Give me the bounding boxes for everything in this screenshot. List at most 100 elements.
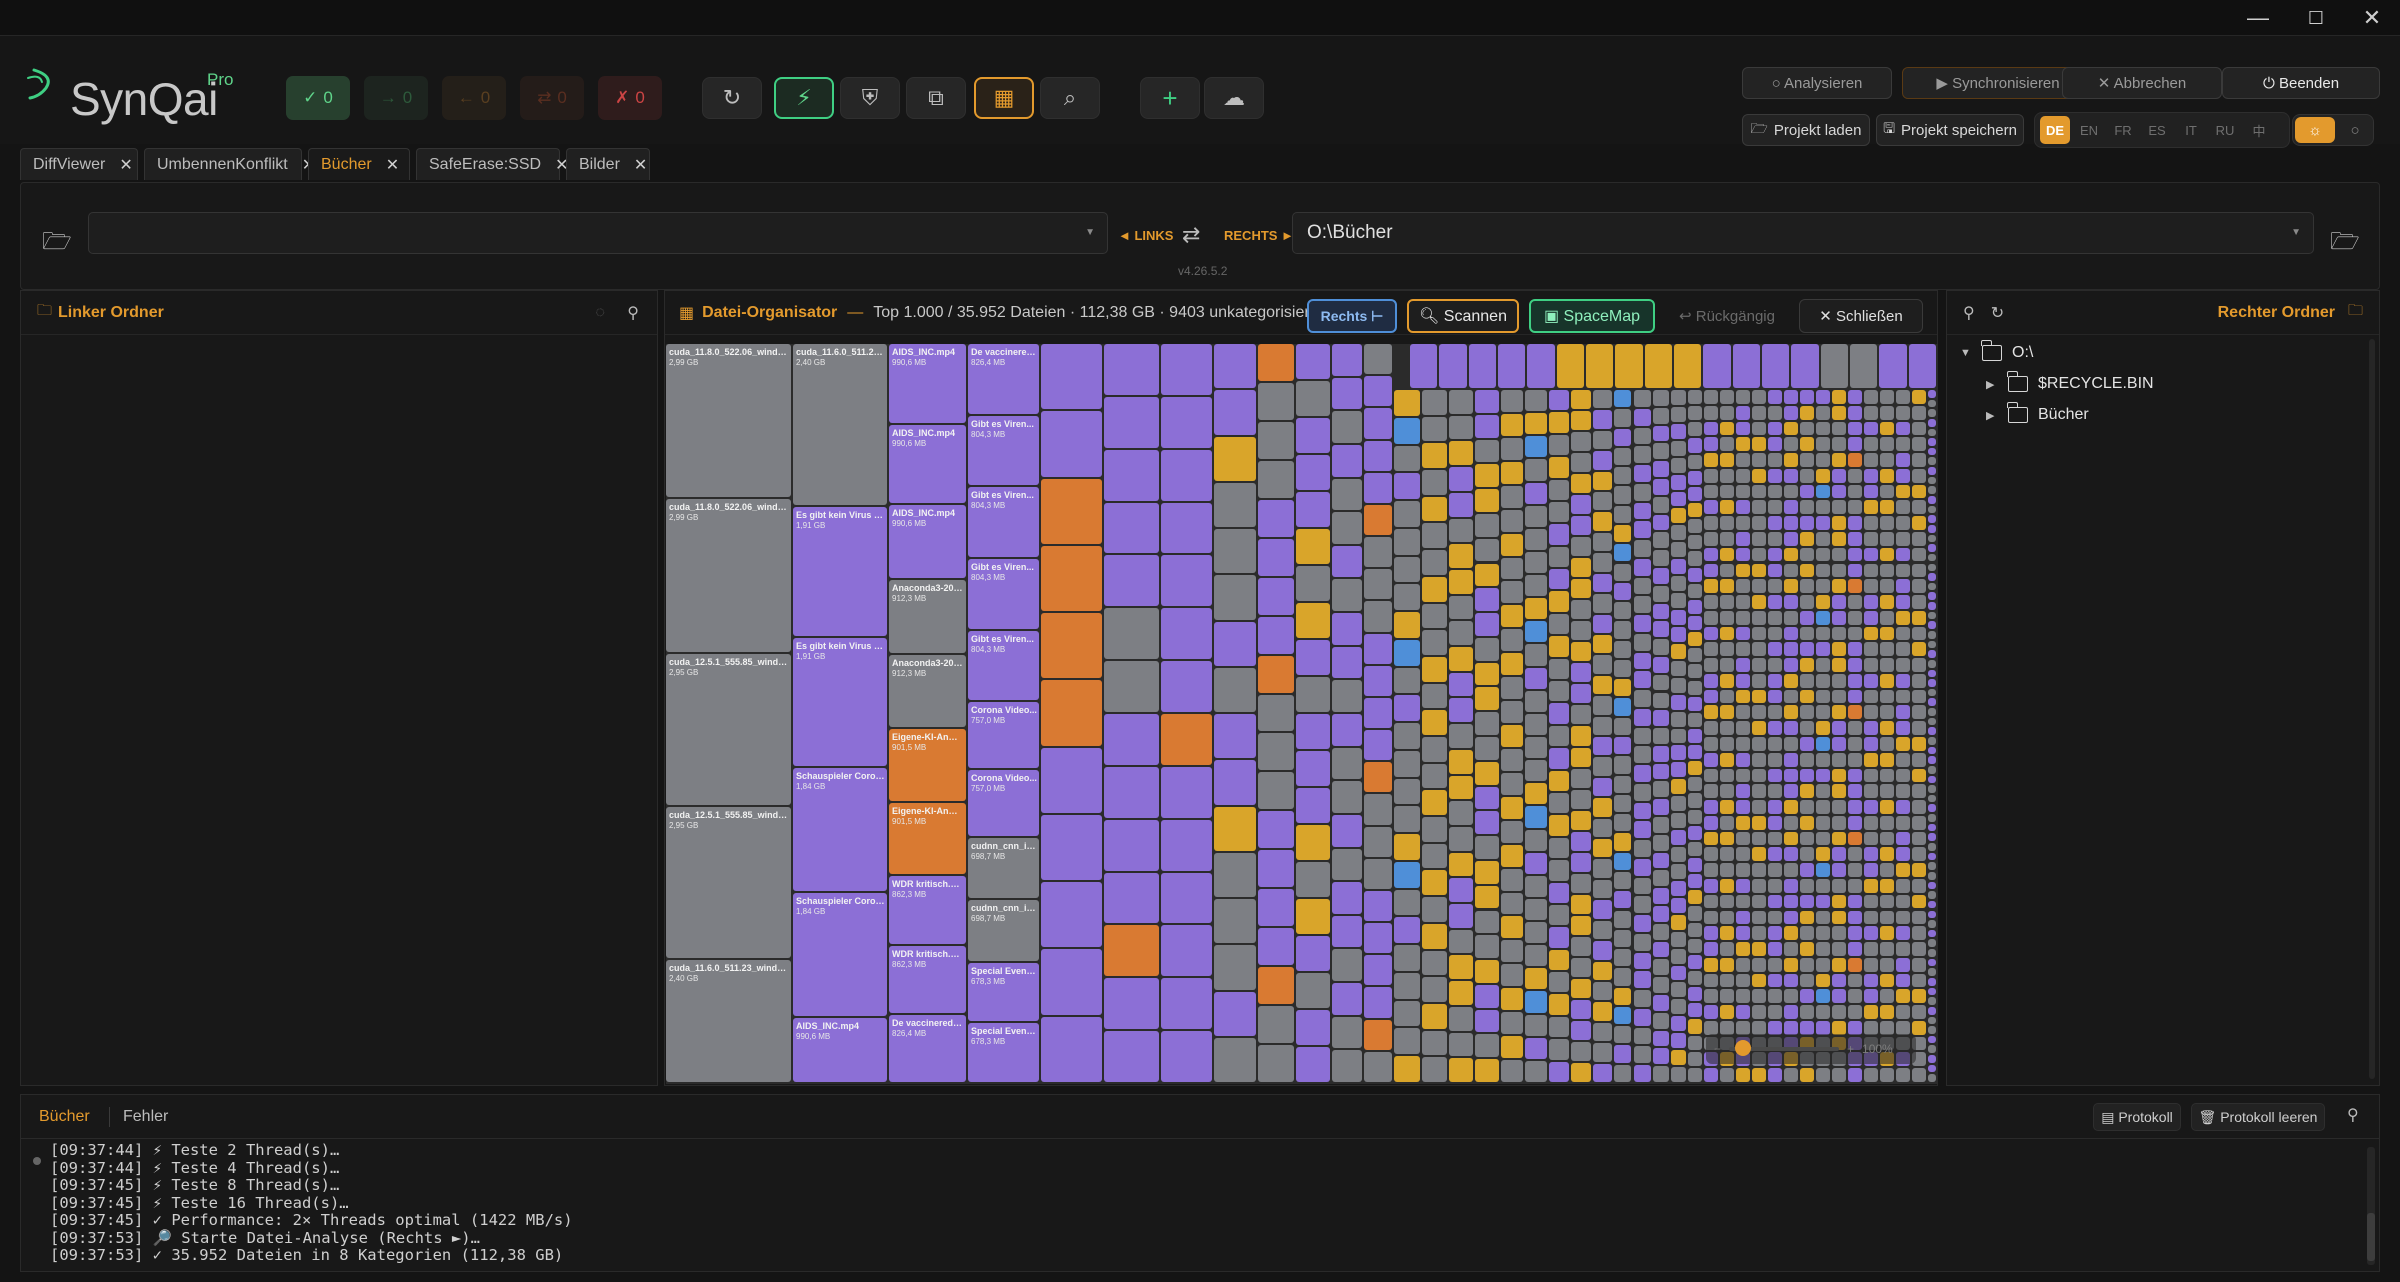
treemap-cell[interactable] (1816, 453, 1831, 467)
treemap-cell[interactable] (1041, 814, 1102, 881)
treemap-cell[interactable] (1880, 942, 1895, 956)
treemap-cell[interactable] (1880, 957, 1895, 972)
treemap-cell[interactable] (1687, 890, 1703, 905)
treemap-cell[interactable] (1571, 684, 1591, 704)
treemap-cell[interactable] (1880, 531, 1895, 546)
treemap-cell[interactable] (1592, 634, 1612, 654)
treemap-cell[interactable] (1332, 814, 1362, 847)
treemap-cell[interactable] (1928, 910, 1936, 919)
treemap-cell[interactable] (1800, 579, 1815, 594)
treemap-cell[interactable]: cuda_11.6.0_511.23_w...2,40 GB (793, 344, 887, 505)
treemap-cell[interactable] (1928, 457, 1936, 466)
treemap-cell[interactable] (1752, 1005, 1767, 1019)
treemap-cell[interactable] (1896, 453, 1911, 467)
log-tab-errors[interactable]: Fehler (123, 1108, 168, 1126)
treemap-cell[interactable] (1864, 516, 1879, 530)
treemap-cell[interactable] (1832, 468, 1847, 483)
treemap-cell[interactable] (1475, 687, 1499, 711)
treemap-cell[interactable] (1652, 532, 1669, 549)
treemap-cell[interactable] (1848, 847, 1863, 862)
treemap-cell[interactable] (1896, 800, 1911, 814)
treemap-cell[interactable] (1613, 409, 1632, 427)
treemap-cell[interactable] (1613, 1064, 1632, 1082)
treemap-cell[interactable] (1332, 1016, 1362, 1049)
treemap-cell[interactable] (1736, 737, 1751, 751)
treemap-cell[interactable] (1161, 714, 1212, 765)
treemap-cell[interactable] (1525, 598, 1547, 620)
treemap-cell[interactable] (1848, 894, 1863, 909)
treemap-cell[interactable] (1704, 784, 1719, 799)
treemap-cell[interactable] (1571, 411, 1591, 431)
treemap-cell[interactable] (1832, 721, 1847, 735)
treemap-cell[interactable] (1104, 661, 1159, 712)
treemap-cell[interactable] (1720, 847, 1735, 862)
treemap-cell[interactable] (1652, 425, 1669, 442)
treemap-cell[interactable] (1784, 453, 1799, 467)
treemap-cell[interactable] (1832, 878, 1847, 893)
treemap-cell[interactable] (1896, 405, 1911, 420)
treemap-cell[interactable] (1928, 428, 1936, 437)
treemap-cell[interactable] (1720, 989, 1735, 1004)
treemap-cell[interactable] (1896, 547, 1911, 562)
treemap-cell[interactable] (1752, 642, 1767, 657)
treemap-cell[interactable] (1912, 957, 1927, 972)
treemap-cell[interactable] (1214, 991, 1256, 1036)
treemap-cell[interactable] (1912, 989, 1927, 1004)
treemap-cell[interactable] (1633, 427, 1651, 445)
treemap-cell[interactable] (1633, 1008, 1651, 1026)
treemap-cell[interactable] (1525, 968, 1547, 990)
treemap-cell[interactable] (1364, 890, 1392, 922)
treemap-cell[interactable] (1928, 891, 1936, 899)
treemap-cell[interactable] (1652, 710, 1669, 727)
treemap-cell[interactable] (1880, 500, 1895, 515)
treemap-cell[interactable]: Corona Video... 757,0 MB (968, 702, 1039, 768)
treemap-cell[interactable] (1364, 440, 1392, 471)
treemap-cell[interactable] (1633, 671, 1651, 689)
treemap-cell[interactable] (1525, 644, 1547, 666)
treemap-cell[interactable] (1816, 610, 1831, 625)
treemap-cell[interactable] (1422, 710, 1448, 735)
treemap-cell[interactable] (1687, 502, 1703, 518)
lang-4[interactable]: IT (2176, 116, 2206, 144)
treemap-cell[interactable] (1525, 852, 1547, 874)
treemap-cell[interactable] (1548, 569, 1570, 590)
treemap-cell[interactable] (1880, 784, 1895, 799)
treemap-cell[interactable] (1104, 978, 1159, 1030)
treemap-cell[interactable] (1864, 957, 1879, 972)
treemap-cell[interactable] (1687, 906, 1703, 921)
treemap-cell[interactable] (1687, 680, 1703, 695)
treemap-cell[interactable] (1912, 531, 1927, 546)
status-counter-1[interactable]: → 0 (364, 76, 428, 120)
treemap-cell[interactable] (1332, 949, 1362, 982)
treemap-cell[interactable] (1652, 923, 1669, 940)
treemap-cell[interactable] (1768, 421, 1783, 436)
treemap-cell[interactable] (1800, 957, 1815, 972)
treemap-cell[interactable] (1500, 437, 1523, 460)
treemap-cell[interactable] (1768, 800, 1783, 814)
treemap-cell[interactable] (1422, 576, 1448, 602)
treemap-cell[interactable] (1912, 658, 1927, 672)
treemap-cell[interactable] (1104, 819, 1159, 871)
treemap-cell[interactable] (1800, 689, 1815, 704)
treemap-cell[interactable] (1104, 344, 1159, 395)
treemap-cell[interactable] (1816, 1005, 1831, 1019)
treemap-cell[interactable] (1752, 626, 1767, 641)
undo-button[interactable]: ↩ Rückgängig (1665, 299, 1789, 333)
treemap-cell[interactable] (1592, 614, 1612, 633)
treemap-cell[interactable] (1670, 847, 1686, 862)
treemap-cell[interactable] (1720, 815, 1735, 830)
treemap-cell[interactable] (1832, 737, 1847, 751)
treemap-cell[interactable] (1394, 584, 1420, 611)
treemap-cell[interactable] (1422, 1030, 1448, 1056)
treemap-cell[interactable] (1896, 894, 1911, 909)
treemap-cell[interactable] (1736, 547, 1751, 562)
treemap-cell[interactable] (1104, 608, 1159, 660)
treemap-cell[interactable] (1880, 878, 1895, 893)
treemap-cell[interactable] (1736, 894, 1751, 909)
treemap-cell[interactable] (1736, 942, 1751, 956)
treemap-cell[interactable] (1104, 502, 1159, 554)
treemap-cell[interactable] (1928, 496, 1936, 504)
treemap-cell[interactable] (1161, 925, 1212, 977)
treemap-cell[interactable] (1784, 847, 1799, 862)
treemap-cell[interactable] (1548, 501, 1570, 523)
